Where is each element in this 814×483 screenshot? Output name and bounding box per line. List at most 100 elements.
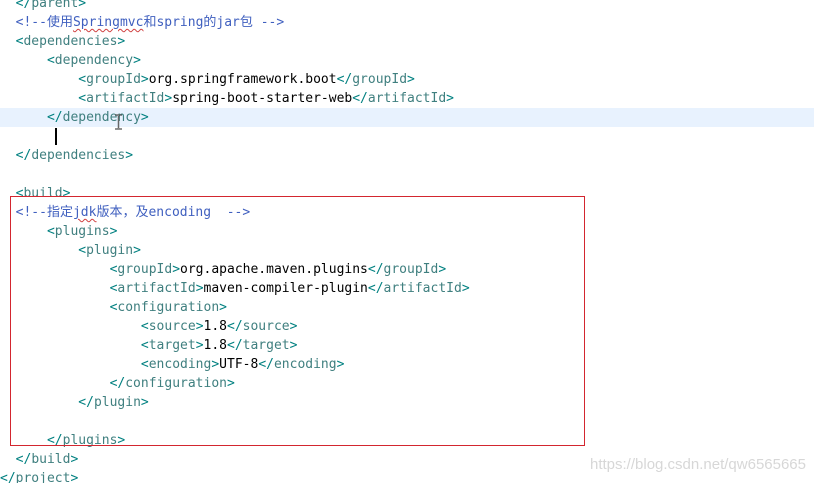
tag-bracket: </ bbox=[15, 148, 32, 163]
xml-tag-name: target bbox=[242, 338, 290, 353]
xml-tag-name: groupId bbox=[117, 262, 173, 277]
xml-tag-name: encoding bbox=[148, 357, 212, 372]
tag-bracket: > bbox=[438, 262, 447, 277]
xml-tag-name: target bbox=[148, 338, 196, 353]
i-beam-cursor-icon bbox=[115, 114, 122, 130]
code-line[interactable]: <!--指定jdk版本，及encoding --> bbox=[0, 203, 814, 222]
tag-bracket: > bbox=[62, 186, 71, 201]
tag-bracket: > bbox=[407, 72, 415, 87]
code-line[interactable]: <!--使用Springmvc和spring的jar包 --> bbox=[0, 13, 814, 32]
tag-bracket: </ bbox=[15, 0, 32, 11]
xml-text-value: org.springframework.boot bbox=[148, 72, 337, 87]
code-line[interactable]: <target>1.8</target> bbox=[0, 336, 814, 355]
xml-tag-name: dependency bbox=[62, 110, 141, 125]
xml-tag-name: artifactId bbox=[86, 91, 165, 106]
code-line[interactable]: <artifactId>maven-compiler-plugin</artif… bbox=[0, 279, 814, 298]
code-editor[interactable]: </parent> <!--使用Springmvc和spring的jar包 --… bbox=[0, 0, 814, 483]
tag-bracket: > bbox=[117, 34, 126, 49]
tag-bracket: </ bbox=[46, 110, 63, 125]
tag-bracket: > bbox=[289, 338, 298, 353]
xml-tag-name: source bbox=[148, 319, 196, 334]
tag-bracket: < bbox=[78, 72, 87, 87]
xml-tag-name: encoding bbox=[273, 357, 337, 372]
xml-tag-name: artifactId bbox=[367, 91, 447, 106]
tag-bracket: > bbox=[133, 53, 141, 68]
tag-bracket: > bbox=[461, 281, 470, 296]
code-line[interactable]: <dependency> bbox=[0, 51, 814, 70]
code-line[interactable]: <groupId>org.apache.maven.plugins</group… bbox=[0, 260, 814, 279]
spellcheck-mark: jdk bbox=[72, 205, 97, 220]
tag-bracket: > bbox=[446, 91, 454, 106]
code-line[interactable]: </plugin> bbox=[0, 393, 814, 412]
xml-tag-name: groupId bbox=[86, 72, 141, 87]
code-line[interactable]: </plugins> bbox=[0, 431, 814, 450]
code-line[interactable]: </configuration> bbox=[0, 374, 814, 393]
tag-bracket: > bbox=[195, 319, 204, 334]
tag-bracket: < bbox=[78, 91, 87, 106]
code-line[interactable]: <build> bbox=[0, 184, 814, 203]
tag-bracket: > bbox=[195, 338, 204, 353]
code-line[interactable]: </dependencies> bbox=[0, 146, 814, 165]
xml-tag-name: build bbox=[23, 186, 63, 201]
xml-tag-name: source bbox=[242, 319, 290, 334]
xml-tag-name: project bbox=[15, 471, 71, 483]
xml-tag-name: dependency bbox=[54, 53, 134, 68]
tag-bracket: > bbox=[78, 0, 87, 11]
tag-bracket: </ bbox=[336, 72, 353, 87]
tag-bracket: > bbox=[336, 357, 345, 372]
tag-bracket: > bbox=[219, 300, 227, 315]
spellcheck-mark: Springmvc bbox=[72, 15, 144, 30]
code-line[interactable]: <plugin> bbox=[0, 241, 814, 260]
code-line[interactable]: <source>1.8</source> bbox=[0, 317, 814, 336]
tag-bracket: > bbox=[133, 243, 141, 258]
tag-bracket: </ bbox=[352, 91, 368, 106]
comment-text: 指定jdk版本，及encoding --> bbox=[46, 205, 251, 220]
tag-bracket: < bbox=[140, 338, 149, 353]
text-caret bbox=[55, 128, 57, 145]
code-line[interactable]: <dependencies> bbox=[0, 32, 814, 51]
code-line[interactable]: </parent> bbox=[0, 0, 814, 13]
tag-bracket: > bbox=[109, 224, 118, 239]
code-line[interactable] bbox=[0, 412, 814, 431]
tag-bracket: < bbox=[46, 53, 55, 68]
xml-tag-name: artifactId bbox=[383, 281, 462, 296]
xml-tag-name: plugin bbox=[86, 243, 134, 258]
tag-bracket: </ bbox=[15, 452, 32, 467]
code-line[interactable] bbox=[0, 165, 814, 184]
watermark: https://blog.csdn.net/qw6565665 bbox=[590, 456, 806, 473]
tag-bracket: </ bbox=[78, 395, 94, 410]
code-line[interactable]: <encoding>UTF-8</encoding> bbox=[0, 355, 814, 374]
code-line[interactable]: <artifactId>spring-boot-starter-web</art… bbox=[0, 89, 814, 108]
code-line[interactable]: <plugins> bbox=[0, 222, 814, 241]
xml-tag-name: configuration bbox=[125, 376, 227, 391]
code-line[interactable]: <groupId>org.springframework.boot</group… bbox=[0, 70, 814, 89]
tag-bracket: </ bbox=[46, 433, 63, 448]
xml-tag-name: dependencies bbox=[31, 148, 126, 163]
code-line[interactable]: <configuration> bbox=[0, 298, 814, 317]
xml-tag-name: groupId bbox=[352, 72, 408, 87]
xml-text-value: 1.8 bbox=[203, 319, 227, 334]
tag-bracket: </ bbox=[367, 281, 384, 296]
xml-text-value: org.apache.maven.plugins bbox=[180, 262, 368, 277]
tag-bracket: > bbox=[70, 452, 79, 467]
xml-tag-name: build bbox=[31, 452, 71, 467]
comment-open: <!-- bbox=[15, 15, 47, 30]
tag-bracket: > bbox=[226, 376, 235, 391]
